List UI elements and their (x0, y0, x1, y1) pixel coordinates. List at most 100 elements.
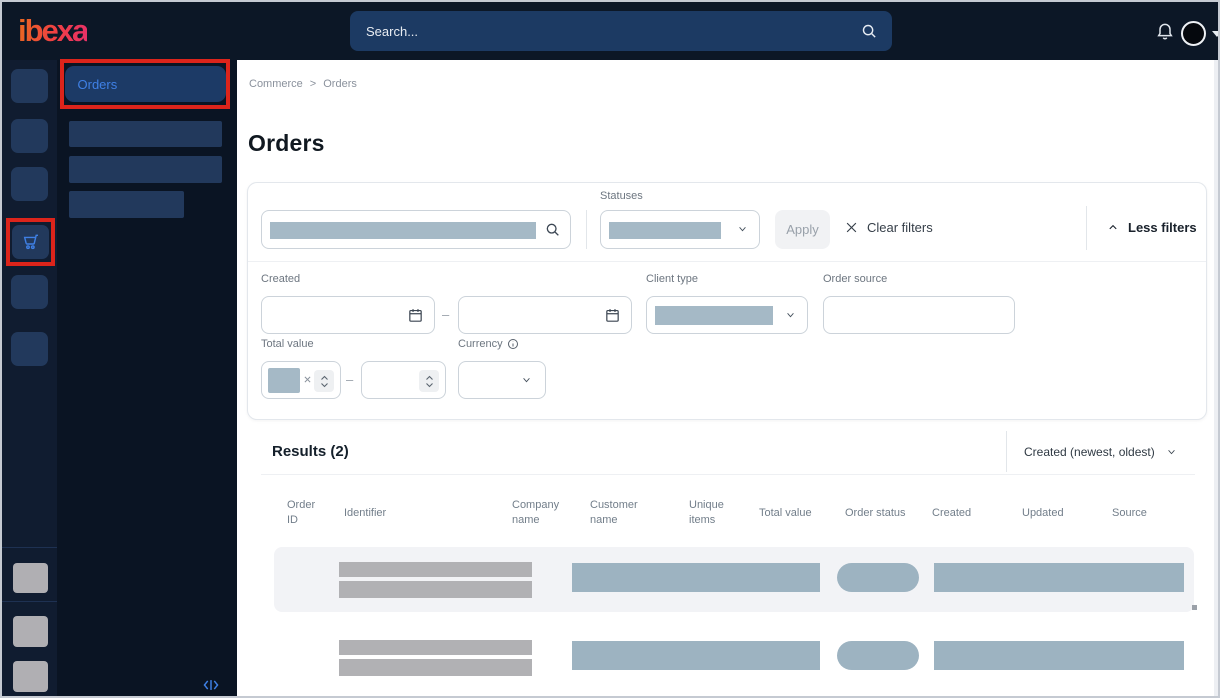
redacted-client-type-value (655, 306, 773, 325)
sort-dropdown[interactable]: Created (newest, oldest) (1024, 445, 1178, 459)
nav-item-placeholder-bottom[interactable] (13, 616, 48, 647)
calendar-icon[interactable] (604, 307, 621, 324)
order-status-badge (837, 563, 919, 592)
redacted-search-value (270, 222, 536, 239)
user-avatar[interactable] (1181, 21, 1206, 46)
search-icon[interactable] (861, 23, 878, 40)
sidebar-item-label: Orders (77, 76, 118, 92)
sidebar-item-placeholder[interactable] (69, 191, 184, 218)
order-source-input[interactable] (823, 296, 1015, 334)
x-icon (844, 220, 859, 235)
created-to-input[interactable] (458, 296, 632, 334)
statuses-label: Statuses (600, 190, 643, 202)
number-stepper[interactable] (419, 370, 439, 392)
column-header-unique-items: Unique items (689, 499, 724, 526)
column-header-updated: Updated (1022, 506, 1064, 519)
chevron-down-icon (736, 224, 749, 234)
redacted-identifier-cell (339, 640, 532, 655)
column-header-customer: Customer name (590, 499, 638, 526)
total-value-min-input[interactable] (261, 361, 341, 399)
order-search-input[interactable] (261, 210, 571, 249)
cart-icon (20, 232, 41, 252)
main-content: Commerce > Orders Orders Statuses Apply … (237, 60, 1218, 696)
breadcrumb-orders: Orders (323, 78, 357, 90)
sidebar-item-placeholder[interactable] (69, 156, 222, 183)
info-icon[interactable] (507, 338, 519, 350)
sidebar-item-placeholder[interactable] (69, 121, 222, 147)
caret-down-icon[interactable] (1212, 31, 1218, 37)
secondary-sidebar: Orders (57, 59, 237, 696)
client-type-dropdown[interactable] (646, 296, 808, 334)
clear-chip-x-icon[interactable] (303, 375, 312, 384)
rail-divider (2, 601, 57, 602)
column-header-order-id: Order ID (287, 499, 316, 526)
column-header-company: Company name (512, 499, 560, 526)
chevron-down-icon (520, 375, 533, 385)
search-icon[interactable] (545, 222, 561, 238)
clear-filters-button[interactable]: Clear filters (844, 220, 933, 235)
scrollbar-track[interactable] (1214, 60, 1218, 696)
order-status-badge (837, 641, 919, 670)
nav-item-placeholder[interactable] (11, 119, 48, 153)
total-value-max-input[interactable] (361, 361, 446, 399)
redacted-dates-cell (934, 641, 1184, 670)
annotation-highlight-orders: Orders (60, 59, 230, 109)
rail-divider (2, 547, 57, 548)
results-title: Results (2) (272, 443, 349, 460)
chevron-down-icon (784, 310, 797, 320)
sidebar-item-orders[interactable]: Orders (64, 66, 226, 102)
breadcrumb-commerce[interactable]: Commerce (249, 78, 303, 90)
main-nav-rail (2, 60, 57, 696)
notification-bell-icon[interactable] (1155, 20, 1175, 42)
sort-selected-label: Created (newest, oldest) (1024, 445, 1155, 459)
less-filters-button[interactable]: Less filters (1106, 220, 1197, 235)
annotation-highlight-commerce-icon (6, 218, 55, 266)
column-header-identifier: Identifier (344, 506, 387, 519)
nav-item-placeholder[interactable] (11, 167, 48, 201)
results-divider (261, 474, 1195, 475)
created-label: Created (261, 273, 301, 285)
nav-item-placeholder-bottom[interactable] (13, 563, 48, 593)
redacted-customer-cell (572, 563, 820, 592)
number-stepper[interactable] (314, 370, 334, 392)
apply-button[interactable]: Apply (775, 210, 830, 249)
created-from-input[interactable] (261, 296, 435, 334)
redacted-dates-cell (934, 563, 1184, 592)
redacted-identifier-cell (339, 659, 532, 676)
clear-filters-label: Clear filters (867, 220, 933, 235)
page-title: Orders (248, 130, 325, 156)
table-row[interactable] (274, 625, 1194, 690)
column-header-total-value: Total value (759, 506, 812, 519)
global-search[interactable] (350, 11, 892, 51)
column-header-order-status: Order status (845, 506, 906, 519)
redacted-identifier-cell (339, 562, 532, 577)
table-row[interactable] (274, 547, 1194, 612)
currency-label-row: Currency (458, 338, 519, 350)
redacted-value-chip (268, 368, 300, 393)
nav-item-commerce[interactable] (12, 225, 49, 259)
filters-panel: Statuses Apply Clear filters Less filter… (247, 182, 1207, 420)
global-search-input[interactable] (364, 22, 861, 40)
redacted-identifier-cell (339, 581, 532, 598)
scrollbar-thumb[interactable] (1192, 605, 1197, 610)
column-header-created: Created (932, 506, 972, 519)
client-type-label: Client type (646, 273, 698, 285)
nav-item-placeholder[interactable] (11, 332, 48, 366)
sort-divider (1006, 431, 1007, 472)
ibexa-logo: ibexa (18, 13, 89, 48)
nav-item-placeholder-bottom[interactable] (13, 661, 48, 692)
total-value-label: Total value (261, 338, 314, 350)
sidebar-collapse-button[interactable] (202, 677, 220, 693)
less-filters-label: Less filters (1128, 220, 1197, 235)
currency-dropdown[interactable] (458, 361, 546, 399)
currency-label: Currency (458, 338, 503, 350)
topbar: ibexa (2, 2, 1218, 60)
filter-divider (586, 210, 587, 249)
filter-row-divider (248, 261, 1206, 262)
statuses-dropdown[interactable] (600, 210, 760, 249)
calendar-icon[interactable] (407, 307, 424, 324)
nav-item-placeholder[interactable] (11, 69, 48, 103)
redacted-statuses-value (609, 222, 721, 239)
nav-item-placeholder[interactable] (11, 275, 48, 309)
order-source-label: Order source (823, 273, 888, 285)
